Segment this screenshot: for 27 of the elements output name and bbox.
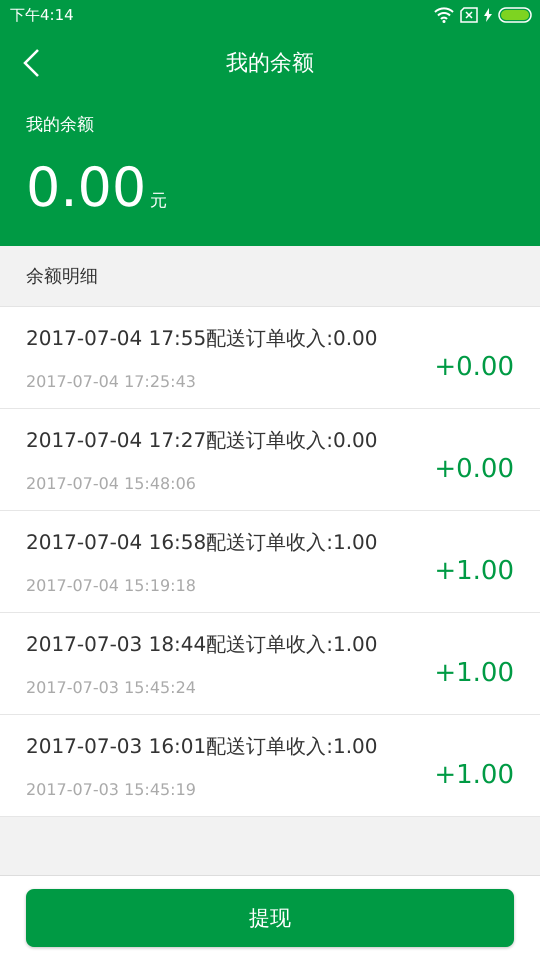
section-title: 余额明细 xyxy=(26,265,98,288)
record-title: 2017-07-03 16:01配送订单收入:1.00 xyxy=(26,732,378,760)
record-amount: +1.00 xyxy=(434,658,514,688)
balance-label: 我的余额 xyxy=(26,114,95,136)
record-time: 2017-07-04 17:25:43 xyxy=(26,372,197,390)
sim-icon xyxy=(460,7,478,23)
status-time: 下午4:14 xyxy=(10,6,74,24)
record-title: 2017-07-03 18:44配送订单收入:1.00 xyxy=(26,630,378,658)
battery-icon xyxy=(498,7,532,23)
record-amount: +0.00 xyxy=(434,454,514,484)
wifi-icon xyxy=(434,7,454,23)
record-title: 2017-07-04 17:55配送订单收入:0.00 xyxy=(26,324,378,352)
record-time: 2017-07-04 15:48:06 xyxy=(26,474,197,492)
record-amount: +0.00 xyxy=(434,352,514,382)
page-title: 我的余额 xyxy=(226,50,314,78)
back-icon[interactable] xyxy=(22,48,42,78)
record-amount: +1.00 xyxy=(434,556,514,586)
record-amount: +1.00 xyxy=(434,760,514,790)
record-title: 2017-07-04 16:58配送订单收入:1.00 xyxy=(26,528,378,556)
charging-icon xyxy=(484,8,492,22)
currency-unit: 元 xyxy=(150,190,168,212)
withdraw-button[interactable]: 提现 xyxy=(26,889,514,947)
record-time: 2017-07-03 15:45:24 xyxy=(26,678,197,696)
record-title: 2017-07-04 17:27配送订单收入:0.00 xyxy=(26,426,378,454)
balance-amount: 0.00 xyxy=(26,158,146,218)
record-time: 2017-07-04 15:19:18 xyxy=(26,576,197,594)
record-time: 2017-07-03 15:45:19 xyxy=(26,780,197,798)
